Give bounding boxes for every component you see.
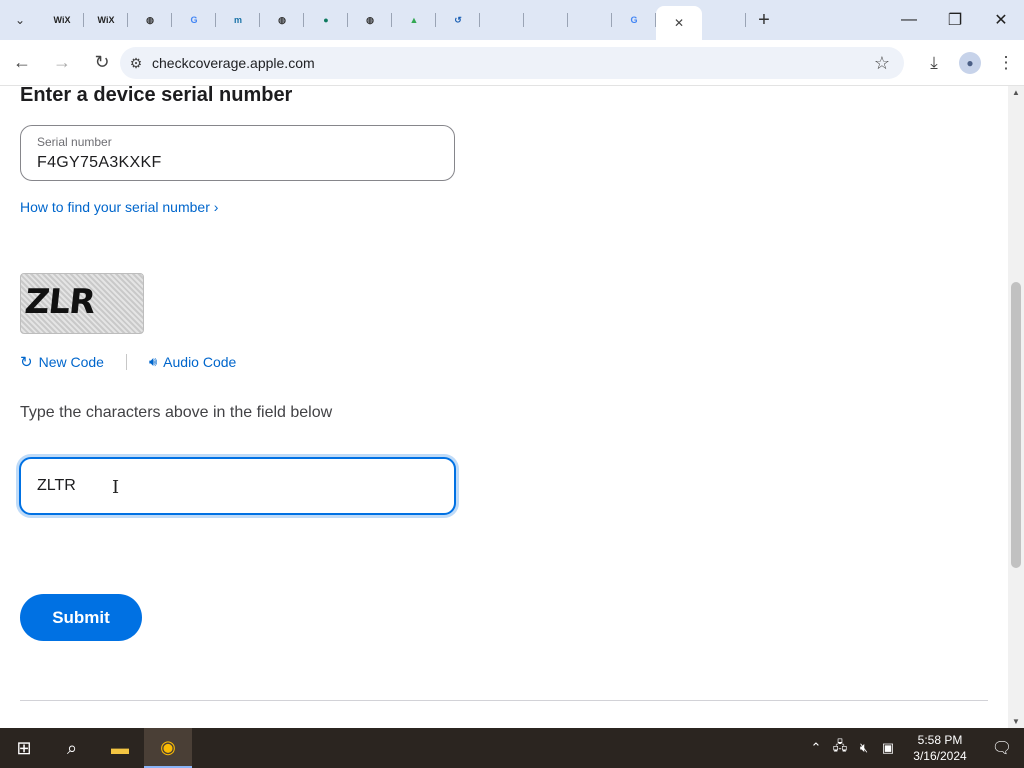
green-circle-icon: ● bbox=[323, 15, 329, 25]
browser-toolbar: ← → ↻ ⚙ checkcoverage.apple.com ☆ ⤓ ● ⋮ bbox=[0, 40, 1024, 86]
wix-icon: WiX bbox=[53, 15, 71, 25]
browser-tab[interactable]: WiX bbox=[40, 0, 84, 40]
scroll-down-icon[interactable]: ▼ bbox=[1012, 717, 1020, 726]
find-serial-link[interactable]: How to find your serial number › bbox=[20, 199, 218, 215]
captcha-input[interactable] bbox=[19, 457, 456, 515]
browser-tab[interactable]: ↺ bbox=[436, 0, 480, 40]
tab-strip: ⌄ WiX WiX ◍ Gm ◍ ● ◍ ▲ ↺ G ✕ + — ❐ ✕ bbox=[0, 0, 1024, 40]
clock[interactable]: 5:58 PM 3/16/2024 bbox=[900, 732, 980, 764]
scroll-up-icon[interactable]: ▲ bbox=[1012, 88, 1020, 97]
chrome-icon[interactable]: ◉ bbox=[144, 728, 192, 768]
browser-tab[interactable]: WiX bbox=[84, 0, 128, 40]
speaker-icon: 🔊︎ bbox=[148, 354, 158, 369]
scroll-thumb[interactable] bbox=[1011, 282, 1021, 568]
history-icon: ↺ bbox=[454, 14, 462, 25]
serial-number-value[interactable]: F4GY75A3KXKF bbox=[37, 154, 162, 172]
apple-icon bbox=[582, 12, 598, 28]
browser-tab[interactable] bbox=[480, 0, 524, 40]
captcha-image: ZLR bbox=[20, 273, 144, 334]
globe-icon: ◍ bbox=[366, 14, 374, 25]
serial-number-field[interactable]: Serial number F4GY75A3KXKF bbox=[20, 125, 455, 181]
wix-icon: WiX bbox=[97, 15, 115, 25]
page-content: Enter a device serial number Serial numb… bbox=[0, 86, 1008, 728]
search-icon[interactable]: ⌕ bbox=[48, 728, 96, 768]
reload-icon[interactable]: ↻ bbox=[84, 45, 120, 81]
new-tab-button[interactable]: + bbox=[746, 0, 782, 40]
captcha-image-text: ZLR bbox=[22, 282, 97, 322]
refresh-icon: ↻ bbox=[20, 354, 33, 371]
close-window-icon[interactable]: ✕ bbox=[978, 0, 1024, 40]
apple-icon bbox=[538, 12, 554, 28]
close-tab-icon[interactable]: ✕ bbox=[674, 16, 684, 30]
browser-tab[interactable]: G bbox=[172, 0, 216, 40]
browser-tab[interactable] bbox=[568, 0, 612, 40]
chevron-up-icon[interactable]: ⌃ bbox=[804, 740, 828, 756]
audio-code-label: Audio Code bbox=[163, 354, 237, 370]
browser-tab[interactable]: ◍ bbox=[260, 0, 304, 40]
bookmark-star-icon[interactable]: ☆ bbox=[874, 53, 890, 74]
footer-divider bbox=[20, 700, 988, 701]
browser-tab[interactable]: ◍ bbox=[348, 0, 392, 40]
browser-tab[interactable]: G bbox=[612, 0, 656, 40]
clock-time: 5:58 PM bbox=[917, 733, 963, 747]
submit-button[interactable]: Submit bbox=[20, 594, 142, 641]
browser-tab[interactable]: m bbox=[216, 0, 260, 40]
captcha-instructions: Type the characters above in the field b… bbox=[20, 404, 333, 421]
windows-start-icon[interactable]: ⊞ bbox=[0, 728, 48, 768]
browser-tab-active[interactable]: ✕ bbox=[656, 6, 702, 40]
browser-tab[interactable] bbox=[524, 0, 568, 40]
audio-code-button[interactable]: 🔊︎ Audio Code bbox=[149, 354, 236, 370]
download-icon[interactable]: ⤓ bbox=[916, 45, 952, 81]
new-code-label: New Code bbox=[38, 354, 104, 370]
browser-tab[interactable]: ◍ bbox=[128, 0, 172, 40]
site-info-icon[interactable]: ⚙ bbox=[120, 55, 152, 72]
apple-icon bbox=[494, 12, 510, 28]
apple-icon bbox=[716, 12, 732, 28]
volume-muted-icon[interactable]: 🔇︎ bbox=[852, 740, 876, 756]
captcha-actions: ↻ New Code 🔊︎ Audio Code bbox=[20, 353, 236, 371]
menu-icon[interactable]: ⋮ bbox=[988, 45, 1024, 81]
browser-tab[interactable]: ▲ bbox=[392, 0, 436, 40]
scrollbar[interactable]: ▲ ▼ bbox=[1008, 86, 1024, 728]
network-icon[interactable]: 🖧︎ bbox=[828, 737, 852, 759]
serial-number-label: Serial number bbox=[37, 135, 112, 149]
toolbar-right: ⤓ ● ⋮ bbox=[916, 40, 1024, 86]
taskbar: ⊞ ⌕ ▬ ◉ ⌃ 🖧︎ 🔇︎ ▣ 5:58 PM 3/16/2024 🗨︎ bbox=[0, 728, 1024, 768]
system-tray: ⌃ 🖧︎ 🔇︎ ▣ 5:58 PM 3/16/2024 🗨︎ bbox=[804, 728, 1024, 768]
globe-icon: ◍ bbox=[146, 14, 154, 25]
back-icon[interactable]: ← bbox=[4, 45, 40, 81]
avatar-icon: ● bbox=[959, 52, 981, 74]
globe-icon: ◍ bbox=[278, 14, 286, 25]
google-icon: G bbox=[190, 15, 198, 25]
page-title: Enter a device serial number bbox=[20, 86, 293, 106]
file-explorer-icon[interactable]: ▬ bbox=[96, 728, 144, 768]
url-text[interactable]: checkcoverage.apple.com bbox=[152, 55, 315, 71]
new-code-button[interactable]: ↻ New Code bbox=[20, 353, 104, 371]
notifications-icon[interactable]: 🗨︎ bbox=[980, 738, 1024, 758]
restore-icon[interactable]: ❐ bbox=[932, 0, 978, 40]
divider bbox=[125, 354, 127, 370]
text-cursor-icon: I bbox=[112, 477, 120, 498]
tab-search-chevron-icon[interactable]: ⌄ bbox=[0, 0, 40, 40]
profile-button[interactable]: ● bbox=[952, 45, 988, 81]
display-icon[interactable]: ▣ bbox=[876, 740, 900, 756]
minimize-icon[interactable]: — bbox=[886, 0, 932, 40]
window-controls: — ❐ ✕ bbox=[886, 0, 1024, 40]
address-bar[interactable]: ⚙ checkcoverage.apple.com ☆ bbox=[120, 47, 904, 79]
m-icon: m bbox=[233, 15, 242, 25]
browser-tab[interactable] bbox=[702, 0, 746, 40]
tab-list: WiX WiX ◍ Gm ◍ ● ◍ ▲ ↺ G ✕ bbox=[40, 0, 746, 40]
google-icon: G bbox=[630, 15, 638, 25]
clock-date: 3/16/2024 bbox=[913, 749, 967, 763]
browser-tab[interactable]: ● bbox=[304, 0, 348, 40]
drive-icon: ▲ bbox=[409, 15, 419, 25]
forward-icon[interactable]: → bbox=[44, 45, 80, 81]
